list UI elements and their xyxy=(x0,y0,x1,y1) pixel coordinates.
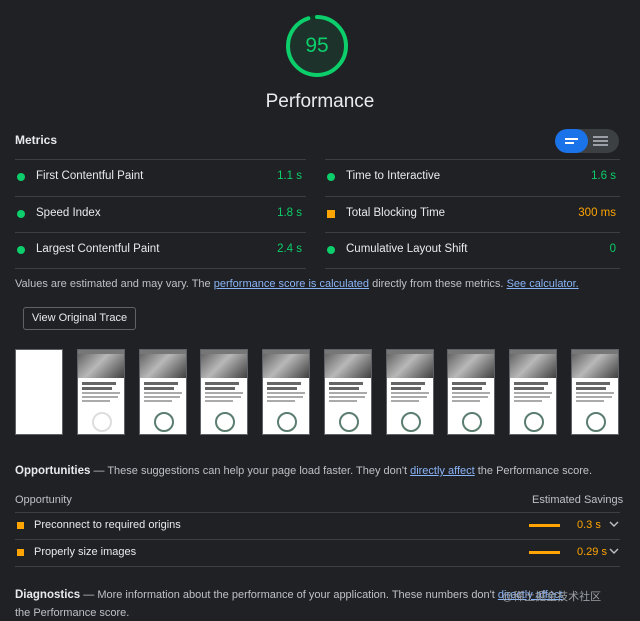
opportunities-title: Opportunities xyxy=(15,465,91,477)
pass-indicator-icon xyxy=(327,173,335,181)
average-indicator-icon xyxy=(17,522,24,529)
metric-value: 300 ms xyxy=(578,207,616,219)
filmstrip-frame xyxy=(200,349,248,435)
column-header-opportunity: Opportunity xyxy=(15,494,72,506)
opportunities-description-suffix: the Performance score. xyxy=(474,465,593,477)
filmstrip-frame xyxy=(139,349,187,435)
metric-value: 1.8 s xyxy=(277,207,302,219)
metric-time-to-interactive: Time to Interactive 1.6 s xyxy=(325,159,620,195)
filmstrip-frame xyxy=(324,349,372,435)
pass-indicator-icon xyxy=(17,246,25,254)
metric-value: 1.6 s xyxy=(591,170,616,182)
see-calculator-link[interactable]: See calculator. xyxy=(507,278,579,290)
metrics-view-toggle[interactable] xyxy=(555,129,619,153)
opportunity-label: Properly size images xyxy=(34,546,137,558)
separator-dash: — xyxy=(90,465,108,477)
gauge-title: Performance xyxy=(265,91,375,112)
opportunity-row-size-images[interactable]: Properly size images 0.29 s xyxy=(15,540,620,566)
watermark: @稀土掘金技术社区 xyxy=(502,591,602,603)
metric-label: Time to Interactive xyxy=(346,170,441,182)
note-text: Values are estimated and may vary. The xyxy=(15,278,214,290)
pass-indicator-icon xyxy=(327,246,335,254)
metric-first-contentful-paint: First Contentful Paint 1.1 s xyxy=(15,159,306,195)
divider xyxy=(15,268,306,269)
savings-value: 0.29 s xyxy=(577,546,607,558)
separator-dash: — xyxy=(80,589,98,601)
opportunity-label: Preconnect to required origins xyxy=(34,519,181,531)
divider xyxy=(325,268,620,269)
divider xyxy=(15,566,620,567)
chevron-down-icon[interactable] xyxy=(608,518,620,530)
chevron-down-icon[interactable] xyxy=(608,545,620,557)
average-indicator-icon xyxy=(327,210,335,218)
diagnostics-header: Diagnostics — More information about the… xyxy=(15,586,575,621)
metric-total-blocking-time: Total Blocking Time 300 ms xyxy=(325,196,620,232)
savings-bar xyxy=(529,524,560,527)
metrics-header: Metrics xyxy=(15,133,58,147)
metric-label: Total Blocking Time xyxy=(346,207,446,219)
metric-speed-index: Speed Index 1.8 s xyxy=(15,196,306,232)
pass-indicator-icon xyxy=(17,210,25,218)
performance-gauge: 95 xyxy=(285,14,349,78)
metric-largest-contentful-paint: Largest Contentful Paint 2.4 s xyxy=(15,232,306,268)
column-header-estimated-savings: Estimated Savings xyxy=(532,494,624,506)
savings-value: 0.3 s xyxy=(577,519,601,531)
score-calculated-link[interactable]: performance score is calculated xyxy=(214,278,369,290)
gauge-score: 95 xyxy=(305,34,329,57)
savings-bar xyxy=(529,551,560,554)
filmstrip-frame xyxy=(509,349,557,435)
metric-label: First Contentful Paint xyxy=(36,170,144,182)
opportunities-header: Opportunities — These suggestions can he… xyxy=(15,463,592,477)
metric-value: 2.4 s xyxy=(277,243,302,255)
view-original-trace-button[interactable]: View Original Trace xyxy=(23,307,136,330)
diagnostics-description: More information about the performance o… xyxy=(97,589,498,601)
metric-label: Cumulative Layout Shift xyxy=(346,243,468,255)
filmstrip-frame xyxy=(262,349,310,435)
metric-label: Largest Contentful Paint xyxy=(36,243,160,255)
directly-affect-link[interactable]: directly affect xyxy=(410,465,475,477)
list-view-icon[interactable] xyxy=(555,129,588,153)
opportunity-row-preconnect[interactable]: Preconnect to required origins 0.3 s xyxy=(15,513,620,539)
filmstrip-frame xyxy=(386,349,434,435)
table-view-icon[interactable] xyxy=(588,129,619,153)
opportunities-description: These suggestions can help your page loa… xyxy=(107,465,411,477)
filmstrip-frame xyxy=(447,349,495,435)
diagnostics-title: Diagnostics xyxy=(15,589,81,601)
diagnostics-description-suffix: the Performance score. xyxy=(15,607,130,619)
metrics-note: Values are estimated and may vary. The p… xyxy=(15,278,579,290)
metric-value: 1.1 s xyxy=(277,170,302,182)
note-text: directly from these metrics. xyxy=(369,278,507,290)
filmstrip-frame xyxy=(571,349,619,435)
filmstrip-frame xyxy=(77,349,125,435)
pass-indicator-icon xyxy=(17,173,25,181)
metric-value: 0 xyxy=(609,243,616,255)
average-indicator-icon xyxy=(17,549,24,556)
metric-cumulative-layout-shift: Cumulative Layout Shift 0 xyxy=(325,232,620,268)
filmstrip-frame xyxy=(15,349,63,435)
metric-label: Speed Index xyxy=(36,207,101,219)
